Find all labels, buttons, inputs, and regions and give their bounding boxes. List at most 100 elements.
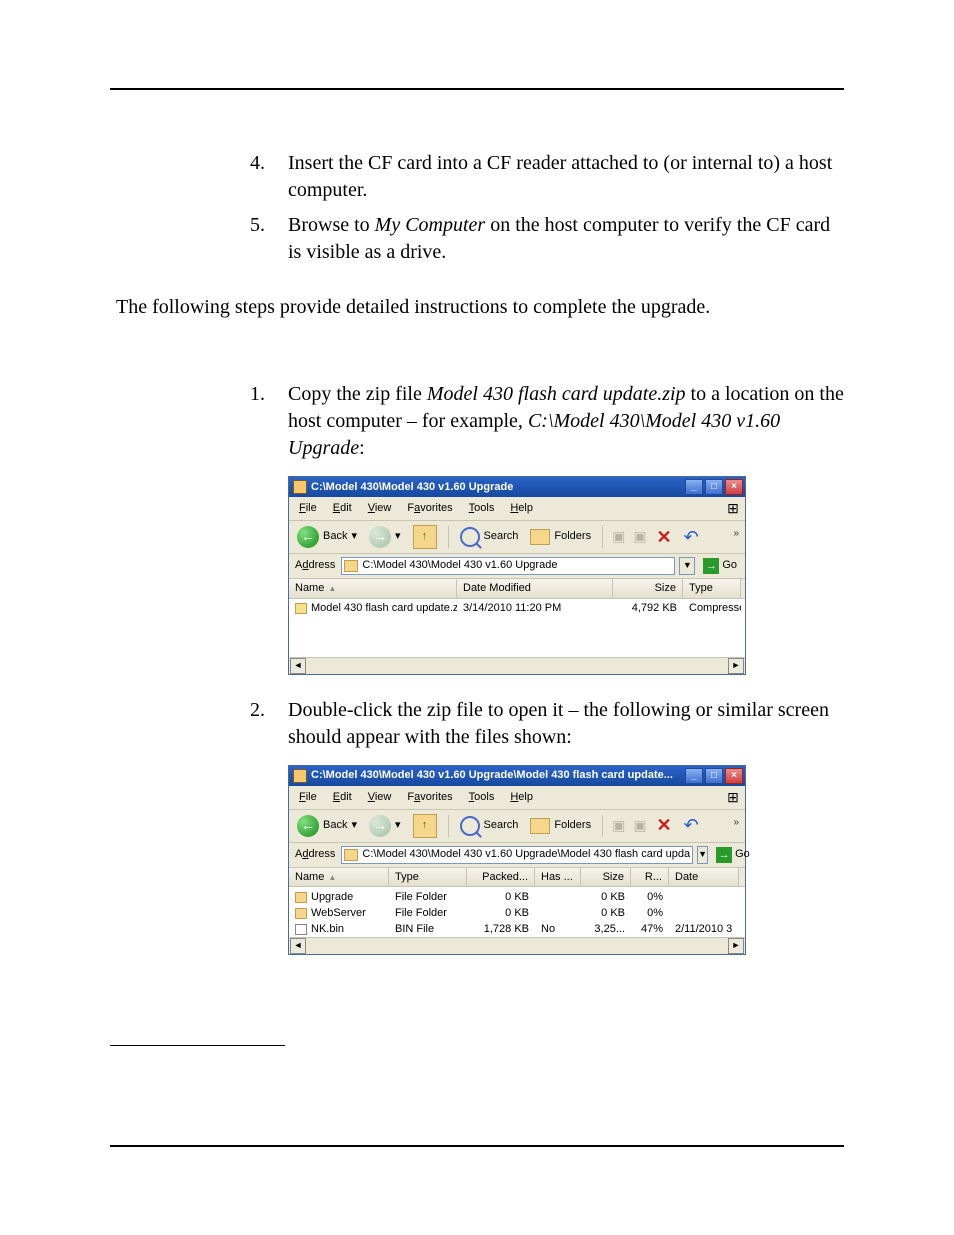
sort-asc-icon: ▲ <box>324 584 336 593</box>
explorer-window-1: C:\Model 430\Model 430 v1.60 Upgrade _ □… <box>288 476 746 675</box>
minimize-button[interactable]: _ <box>685 768 703 784</box>
step-text: Browse to My Computer on the host comput… <box>288 214 830 263</box>
close-button[interactable]: × <box>725 768 743 784</box>
main-steps-list: 1. Copy the zip file Model 430 flash car… <box>110 381 844 955</box>
window-title: C:\Model 430\Model 430 v1.60 Upgrade\Mod… <box>311 768 685 783</box>
scroll-right-button[interactable]: ► <box>728 658 744 674</box>
address-field[interactable]: C:\Model 430\Model 430 v1.60 Upgrade <box>341 557 675 575</box>
scroll-left-button[interactable]: ◄ <box>290 658 306 674</box>
folders-icon <box>530 818 550 834</box>
scroll-left-button[interactable]: ◄ <box>290 938 306 954</box>
menu-favorites[interactable]: Favorites <box>399 499 460 518</box>
menu-file[interactable]: File <box>291 499 325 518</box>
col-type[interactable]: Type <box>683 579 741 598</box>
menu-file[interactable]: File <box>291 788 325 807</box>
go-icon: → <box>703 558 719 574</box>
copy-to-icon[interactable]: ▣ <box>631 527 648 546</box>
back-button[interactable]: ← Back ▾ <box>293 524 361 550</box>
go-icon: → <box>716 847 732 863</box>
titlebar[interactable]: C:\Model 430\Model 430 v1.60 Upgrade _ □… <box>289 477 745 497</box>
menu-tools[interactable]: Tools <box>461 499 503 518</box>
col-ratio[interactable]: R... <box>631 868 669 887</box>
col-size[interactable]: Size <box>613 579 683 598</box>
move-to-icon[interactable]: ▣ <box>610 527 627 546</box>
menu-edit[interactable]: Edit <box>325 499 360 518</box>
address-label: Address <box>293 847 337 862</box>
toolbar-overflow-icon[interactable]: » <box>733 816 739 830</box>
delete-icon[interactable]: ✕ <box>653 525 676 549</box>
up-button[interactable] <box>409 812 441 840</box>
separator <box>448 526 449 548</box>
folders-button[interactable]: Folders <box>526 527 595 547</box>
file-list[interactable]: Model 430 flash card update.zip 3/14/201… <box>289 599 745 657</box>
address-field[interactable]: C:\Model 430\Model 430 v1.60 Upgrade\Mod… <box>341 846 693 864</box>
titlebar[interactable]: C:\Model 430\Model 430 v1.60 Upgrade\Mod… <box>289 766 745 786</box>
folder-icon <box>344 560 358 572</box>
maximize-button[interactable]: □ <box>705 768 723 784</box>
header-rule <box>110 88 844 90</box>
folders-button[interactable]: Folders <box>526 816 595 836</box>
zip-icon <box>295 603 307 614</box>
minimize-button[interactable]: _ <box>685 479 703 495</box>
address-text: C:\Model 430\Model 430 v1.60 Upgrade <box>362 558 672 573</box>
go-button[interactable]: → Go <box>699 558 741 574</box>
file-type: Compressed ( <box>683 601 741 616</box>
address-dropdown-button[interactable]: ▼ <box>679 557 695 575</box>
prep-steps-list: 4. Insert the CF card into a CF reader a… <box>110 150 844 266</box>
search-button[interactable]: Search <box>456 814 523 838</box>
file-row[interactable]: Model 430 flash card update.zip 3/14/201… <box>289 601 745 617</box>
horizontal-scrollbar[interactable]: ◄ ► <box>289 657 745 674</box>
menu-view[interactable]: View <box>360 499 400 518</box>
col-type[interactable]: Type <box>389 868 467 887</box>
undo-icon[interactable]: ↶ <box>680 813 703 837</box>
zip-folder-icon <box>344 849 358 861</box>
file-row[interactable]: Upgrade File Folder 0 KB 0 KB 0% <box>289 889 745 905</box>
col-date[interactable]: Date Modified <box>457 579 613 598</box>
menu-favorites[interactable]: Favorites <box>399 788 460 807</box>
address-dropdown-button[interactable]: ▼ <box>697 846 708 864</box>
move-to-icon[interactable]: ▣ <box>610 816 627 835</box>
go-button[interactable]: → Go <box>712 847 754 863</box>
search-button[interactable]: Search <box>456 525 523 549</box>
forward-arrow-icon: → <box>369 526 391 548</box>
address-bar: Address C:\Model 430\Model 430 v1.60 Upg… <box>289 554 745 579</box>
menubar: File Edit View Favorites Tools Help ⊞ <box>289 786 745 810</box>
col-name[interactable]: Name▲ <box>289 868 389 887</box>
forward-button[interactable]: → ▾ <box>365 524 405 550</box>
back-button[interactable]: ← Back ▾ <box>293 813 361 839</box>
col-size[interactable]: Size <box>581 868 631 887</box>
file-row[interactable]: WebServer File Folder 0 KB 0 KB 0% <box>289 905 745 921</box>
back-arrow-icon: ← <box>297 526 319 548</box>
col-date[interactable]: Date <box>669 868 739 887</box>
delete-icon[interactable]: ✕ <box>653 813 676 837</box>
menu-view[interactable]: View <box>360 788 400 807</box>
menu-edit[interactable]: Edit <box>325 788 360 807</box>
horizontal-scrollbar[interactable]: ◄ ► <box>289 937 745 954</box>
folder-icon <box>295 892 307 903</box>
file-row[interactable]: NK.bin BIN File 1,728 KB No 3,25... 47% … <box>289 921 745 937</box>
step-number: 5. <box>250 212 265 239</box>
menu-help[interactable]: Help <box>502 788 541 807</box>
step-number: 2. <box>250 697 265 724</box>
forward-button[interactable]: → ▾ <box>365 813 405 839</box>
menubar: File Edit View Favorites Tools Help ⊞ <box>289 497 745 521</box>
up-folder-icon <box>413 814 437 838</box>
col-has[interactable]: Has ... <box>535 868 581 887</box>
close-button[interactable]: × <box>725 479 743 495</box>
folders-icon <box>530 529 550 545</box>
up-button[interactable] <box>409 523 441 551</box>
col-packed[interactable]: Packed... <box>467 868 535 887</box>
undo-icon[interactable]: ↶ <box>680 525 703 549</box>
copy-to-icon[interactable]: ▣ <box>631 816 648 835</box>
menu-help[interactable]: Help <box>502 499 541 518</box>
file-list[interactable]: Upgrade File Folder 0 KB 0 KB 0% WebServ… <box>289 887 745 937</box>
footer-rule <box>110 1145 844 1147</box>
menu-tools[interactable]: Tools <box>461 788 503 807</box>
maximize-button[interactable]: □ <box>705 479 723 495</box>
col-name[interactable]: Name▲ <box>289 579 457 598</box>
scroll-right-button[interactable]: ► <box>728 938 744 954</box>
window-title: C:\Model 430\Model 430 v1.60 Upgrade <box>311 480 685 495</box>
zip-folder-icon <box>293 769 307 783</box>
main-step-1: 1. Copy the zip file Model 430 flash car… <box>250 381 844 675</box>
toolbar-overflow-icon[interactable]: » <box>733 527 739 541</box>
